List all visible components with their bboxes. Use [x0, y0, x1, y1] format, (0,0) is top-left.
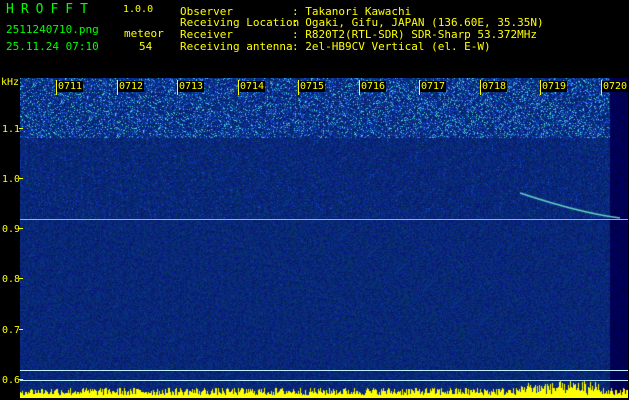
time-label: 0711	[57, 81, 84, 92]
y-tick-mark	[19, 178, 23, 179]
y-tick-label: 1.1	[2, 124, 21, 135]
time-label: 0717	[420, 81, 447, 92]
reference-line-upper	[20, 370, 628, 371]
file-name: 2511240710.png	[6, 23, 99, 36]
location-label: Receiving Location	[180, 16, 300, 29]
reference-line-lower	[20, 380, 628, 381]
time-label: 0712	[118, 81, 145, 92]
y-tick-label: 0.7	[2, 325, 21, 336]
axis-unit: kHz	[1, 77, 20, 88]
receiver-label: Receiver	[180, 28, 233, 41]
time-label: 0718	[481, 81, 508, 92]
y-tick-label: 0.6	[2, 375, 21, 386]
y-tick-label: 1.0	[2, 174, 21, 185]
time-label: 0715	[299, 81, 326, 92]
y-tick-mark	[19, 128, 23, 129]
time-label: 0719	[541, 81, 568, 92]
y-tick-label: 0.8	[2, 274, 21, 285]
meteor-label: meteor	[124, 27, 164, 40]
app-title: HROFFT	[6, 2, 95, 17]
app-version: 1.0.0	[123, 4, 154, 15]
meteor-count: 54	[139, 40, 153, 53]
time-label: 0716	[360, 81, 387, 92]
receiver-value: : R820T2(RTL-SDR) SDR-Sharp 53.372MHz	[292, 28, 538, 41]
y-tick-mark	[19, 329, 23, 330]
hrofft-window: HROFFT 1.0.0 2511240710.png 25.11.24 07:…	[0, 0, 629, 400]
location-value: : Ogaki, Gifu, JAPAN (136.60E, 35.35N)	[292, 16, 544, 29]
time-label: 0713	[178, 81, 205, 92]
time-label: 0720	[602, 81, 629, 92]
y-tick-mark	[19, 228, 23, 229]
antenna-value: : 2el-HB9CV Vertical (el. E-W)	[292, 40, 491, 53]
spectrogram	[20, 78, 628, 398]
time-label: 0714	[239, 81, 266, 92]
y-tick-mark	[19, 379, 23, 380]
antenna-label: Receiving antenna	[180, 40, 293, 53]
y-tick-label: 0.9	[2, 224, 21, 235]
carrier-line	[20, 219, 628, 220]
y-tick-mark	[19, 278, 23, 279]
file-datetime: 25.11.24 07:10	[6, 40, 99, 53]
